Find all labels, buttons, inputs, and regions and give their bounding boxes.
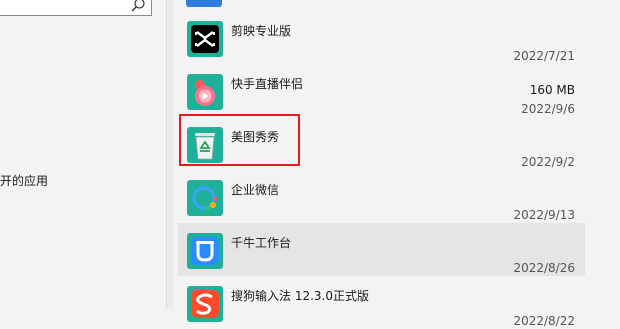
app-row-meitu[interactable]: 美图秀秀 2022/9/2 bbox=[178, 117, 585, 170]
app-name: 美图秀秀 bbox=[231, 130, 280, 144]
app-row-qianniu[interactable]: 千牛工作台 2022/8/26 bbox=[178, 223, 585, 276]
app-size: 160 MB bbox=[529, 83, 575, 97]
app-name: 企业微信 bbox=[231, 183, 280, 197]
app-row-sogou[interactable]: 搜狗输入法 12.3.0正式版 2022/8/22 bbox=[178, 276, 585, 329]
app-name: 搜狗输入法 12.3.0正式版 bbox=[231, 289, 369, 303]
app-row-kuaishou[interactable]: 快手直播伴侣 160 MB 2022/9/6 bbox=[178, 64, 585, 117]
kuaishou-live-icon bbox=[187, 74, 223, 110]
qianniu-icon bbox=[187, 233, 223, 269]
pane-divider bbox=[166, 0, 173, 309]
meitu-recycle-icon bbox=[187, 127, 223, 163]
app-name: 剪映专业版 bbox=[231, 24, 292, 38]
app-name: 千牛工作台 bbox=[231, 236, 292, 250]
search-input[interactable] bbox=[0, 0, 151, 15]
left-pane: 开的应用 bbox=[0, 0, 165, 309]
app-list: 剪映专业版 2022/7/21 快手直播伴侣 160 MB 2022/9/6 美… bbox=[178, 0, 585, 328]
app-row-wecom[interactable]: 企业微信 2022/9/13 bbox=[178, 170, 585, 223]
app-date: 2022/9/6 bbox=[521, 102, 575, 116]
app-date: 2022/9/13 bbox=[513, 208, 575, 222]
app-date: 2022/8/22 bbox=[513, 314, 575, 328]
search-box[interactable] bbox=[0, 0, 152, 16]
wecom-icon bbox=[187, 180, 223, 216]
app-date: 2022/7/21 bbox=[513, 49, 575, 63]
app-name: 快手直播伴侣 bbox=[231, 77, 304, 91]
app-date: 2022/9/2 bbox=[521, 155, 575, 169]
search-icon[interactable] bbox=[130, 0, 146, 13]
capcut-icon bbox=[187, 21, 223, 57]
nav-item-open-apps[interactable]: 开的应用 bbox=[0, 172, 48, 189]
app-row-capcut[interactable]: 剪映专业版 2022/7/21 bbox=[178, 11, 585, 64]
app-date: 2022/8/26 bbox=[513, 261, 575, 275]
sogou-icon bbox=[187, 286, 223, 322]
